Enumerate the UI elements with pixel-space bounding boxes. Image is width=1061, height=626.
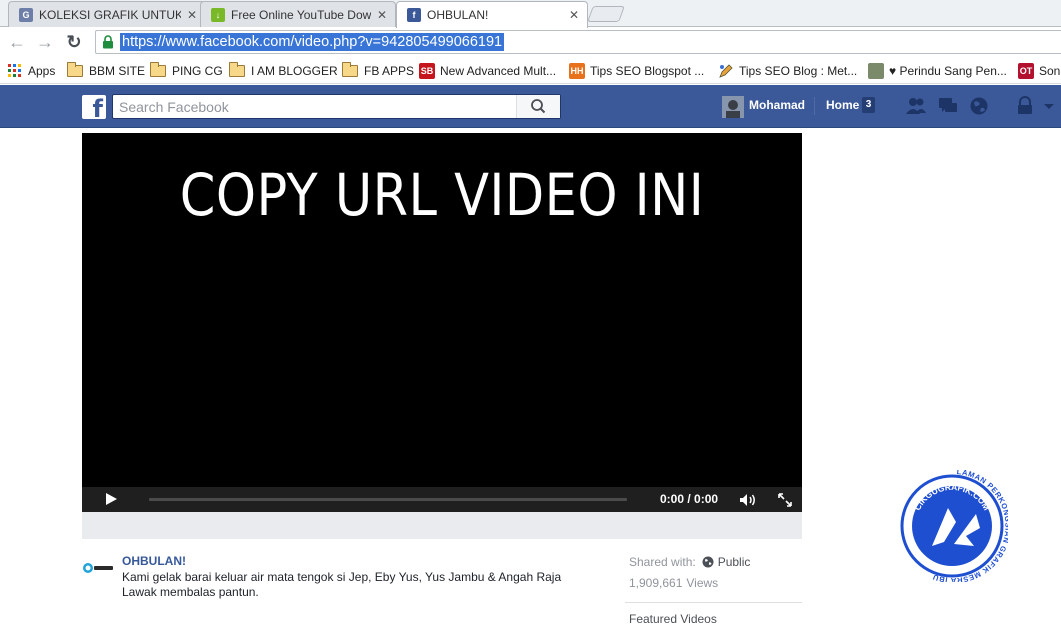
cikgugrafik-watermark-logo: LAMAN PERKONGSIAN GRAFIK MESRA IBU CIKGU… <box>900 470 1008 582</box>
video-footer-strip <box>82 512 802 539</box>
reload-button[interactable]: ↻ <box>63 31 85 53</box>
bookmark-tips-seo-blog[interactable]: Tips SEO Blog : Met... <box>718 62 857 80</box>
tab-close-icon[interactable]: ✕ <box>187 8 197 22</box>
ot-favicon-icon: OT <box>1018 63 1034 79</box>
bookmark-label: Tips SEO Blogspot ... <box>590 64 705 78</box>
bookmark-label: ♥ Perindu Sang Pen... <box>889 64 1007 78</box>
privacy-lock-icon[interactable] <box>1015 96 1037 116</box>
post-description: Kami gelak barai keluar air mata tengok … <box>122 570 562 599</box>
views-number: 1,909,661 <box>629 576 683 590</box>
browser-toolbar: ← → ↻ https://www.facebook.com/video.php… <box>0 27 1061 57</box>
folder-icon <box>229 62 245 77</box>
page-avatar[interactable] <box>82 559 114 577</box>
bookmark-new-advanced[interactable]: SB New Advanced Mult... <box>419 62 556 80</box>
tab-youtube-downloader[interactable]: ↓ Free Online YouTube Dow ✕ <box>200 1 396 27</box>
apps-grid-icon <box>8 64 21 77</box>
views-label: Views <box>686 576 719 590</box>
folder-icon <box>67 62 83 77</box>
lock-icon <box>103 35 113 49</box>
bookmark-label: FB APPS <box>364 64 415 78</box>
search-box <box>112 94 561 119</box>
tab-ohbulan[interactable]: f OHBULAN! ✕ <box>396 1 588 28</box>
sidebar-divider <box>625 602 802 603</box>
bookmark-label: PING CG <box>172 64 223 78</box>
messages-icon[interactable] <box>937 96 959 116</box>
play-icon[interactable] <box>106 493 117 505</box>
progress-bar[interactable] <box>149 498 627 501</box>
bookmark-apps[interactable]: Apps <box>8 62 55 80</box>
folder-icon <box>342 62 358 77</box>
fullscreen-icon[interactable] <box>778 493 792 507</box>
globe-icon <box>702 556 714 568</box>
tab-koleksi-grafik[interactable]: G KOLEKSI GRAFIK UNTUK C ✕ <box>8 1 206 27</box>
tab-title: OHBULAN! <box>427 8 489 22</box>
new-tab-button[interactable] <box>587 6 625 22</box>
bookmark-fb-apps[interactable]: FB APPS <box>342 62 414 80</box>
shared-with-label: Shared with: <box>629 555 696 569</box>
user-avatar-icon <box>722 96 744 118</box>
bookmark-ping-cg[interactable]: PING CG <box>150 62 223 80</box>
tab-close-icon[interactable]: ✕ <box>569 8 579 22</box>
header-divider <box>814 97 815 115</box>
account-menu-chevron-down-icon[interactable] <box>1042 96 1056 116</box>
bookmark-label: Son <box>1039 64 1061 78</box>
back-button[interactable]: ← <box>6 31 28 53</box>
pencil-favicon-icon <box>719 64 733 78</box>
bookmark-label: I AM BLOGGER <box>251 64 338 78</box>
forward-button[interactable]: → <box>34 31 56 53</box>
shared-with-value: Public <box>717 555 751 569</box>
bookmark-label: New Advanced Mult... <box>440 64 557 78</box>
bookmark-label: Apps <box>28 64 56 78</box>
video-overlay-text: COPY URL VIDEO INI <box>179 161 705 229</box>
bookmark-bbm-site[interactable]: BBM SITE <box>67 62 145 80</box>
url-text[interactable]: https://www.facebook.com/video.php?v=942… <box>120 33 505 51</box>
bookmarks-bar: Apps BBM SITE PING CG I AM BLOGGER FB AP… <box>0 57 1061 84</box>
video-controls: 0:00 / 0:00 <box>82 487 802 512</box>
folder-icon <box>150 62 166 77</box>
home-count-badge: 3 <box>862 97 875 113</box>
ohbulan-logo-icon <box>83 563 113 573</box>
tab-title: Free Online YouTube Dow <box>231 7 371 22</box>
grafik-favicon-icon: G <box>19 7 33 22</box>
video-player[interactable]: COPY URL VIDEO INI 0:00 / 0:00 <box>82 133 802 512</box>
facebook-header: f Mohamad Home 3 <box>0 85 1061 128</box>
address-bar[interactable]: https://www.facebook.com/video.php?v=942… <box>95 30 1061 54</box>
search-icon <box>531 99 546 114</box>
shared-with: Shared with: Public <box>629 555 750 569</box>
profile-link[interactable]: Mohamad <box>749 98 805 112</box>
facebook-favicon-icon: f <box>407 8 421 22</box>
browser-tab-strip: G KOLEKSI GRAFIK UNTUK C ✕ ↓ Free Online… <box>0 0 1061 28</box>
hh-favicon-icon: HH <box>569 63 585 79</box>
bookmark-label: BBM SITE <box>89 64 146 78</box>
photo-favicon-icon <box>868 63 884 79</box>
tab-title: KOLEKSI GRAFIK UNTUK C <box>39 7 181 22</box>
view-count: 1,909,661 Views <box>629 576 718 590</box>
bookmark-tips-seo-blogspot[interactable]: HH Tips SEO Blogspot ... <box>569 62 704 80</box>
page-name-link[interactable]: OHBULAN! <box>122 554 186 568</box>
avatar[interactable] <box>722 96 744 118</box>
volume-icon[interactable] <box>739 493 757 507</box>
sb-favicon-icon: SB <box>419 63 435 79</box>
bookmark-label: Tips SEO Blog : Met... <box>739 64 858 78</box>
search-button[interactable] <box>516 95 560 118</box>
bookmark-perindu[interactable]: ♥ Perindu Sang Pen... <box>868 62 1007 80</box>
featured-videos-heading: Featured Videos <box>629 612 717 626</box>
friend-requests-icon[interactable] <box>905 96 927 116</box>
bookmark-son[interactable]: OT Son <box>1018 62 1060 80</box>
facebook-logo-icon[interactable]: f <box>82 95 106 123</box>
tab-close-icon[interactable]: ✕ <box>377 8 387 22</box>
notifications-globe-icon[interactable] <box>968 96 990 116</box>
download-arrow-favicon-icon: ↓ <box>211 7 225 22</box>
home-link[interactable]: Home <box>826 98 859 112</box>
time-display: 0:00 / 0:00 <box>660 492 719 506</box>
bookmark-i-am-blogger[interactable]: I AM BLOGGER <box>229 62 338 80</box>
search-input[interactable] <box>113 95 516 118</box>
